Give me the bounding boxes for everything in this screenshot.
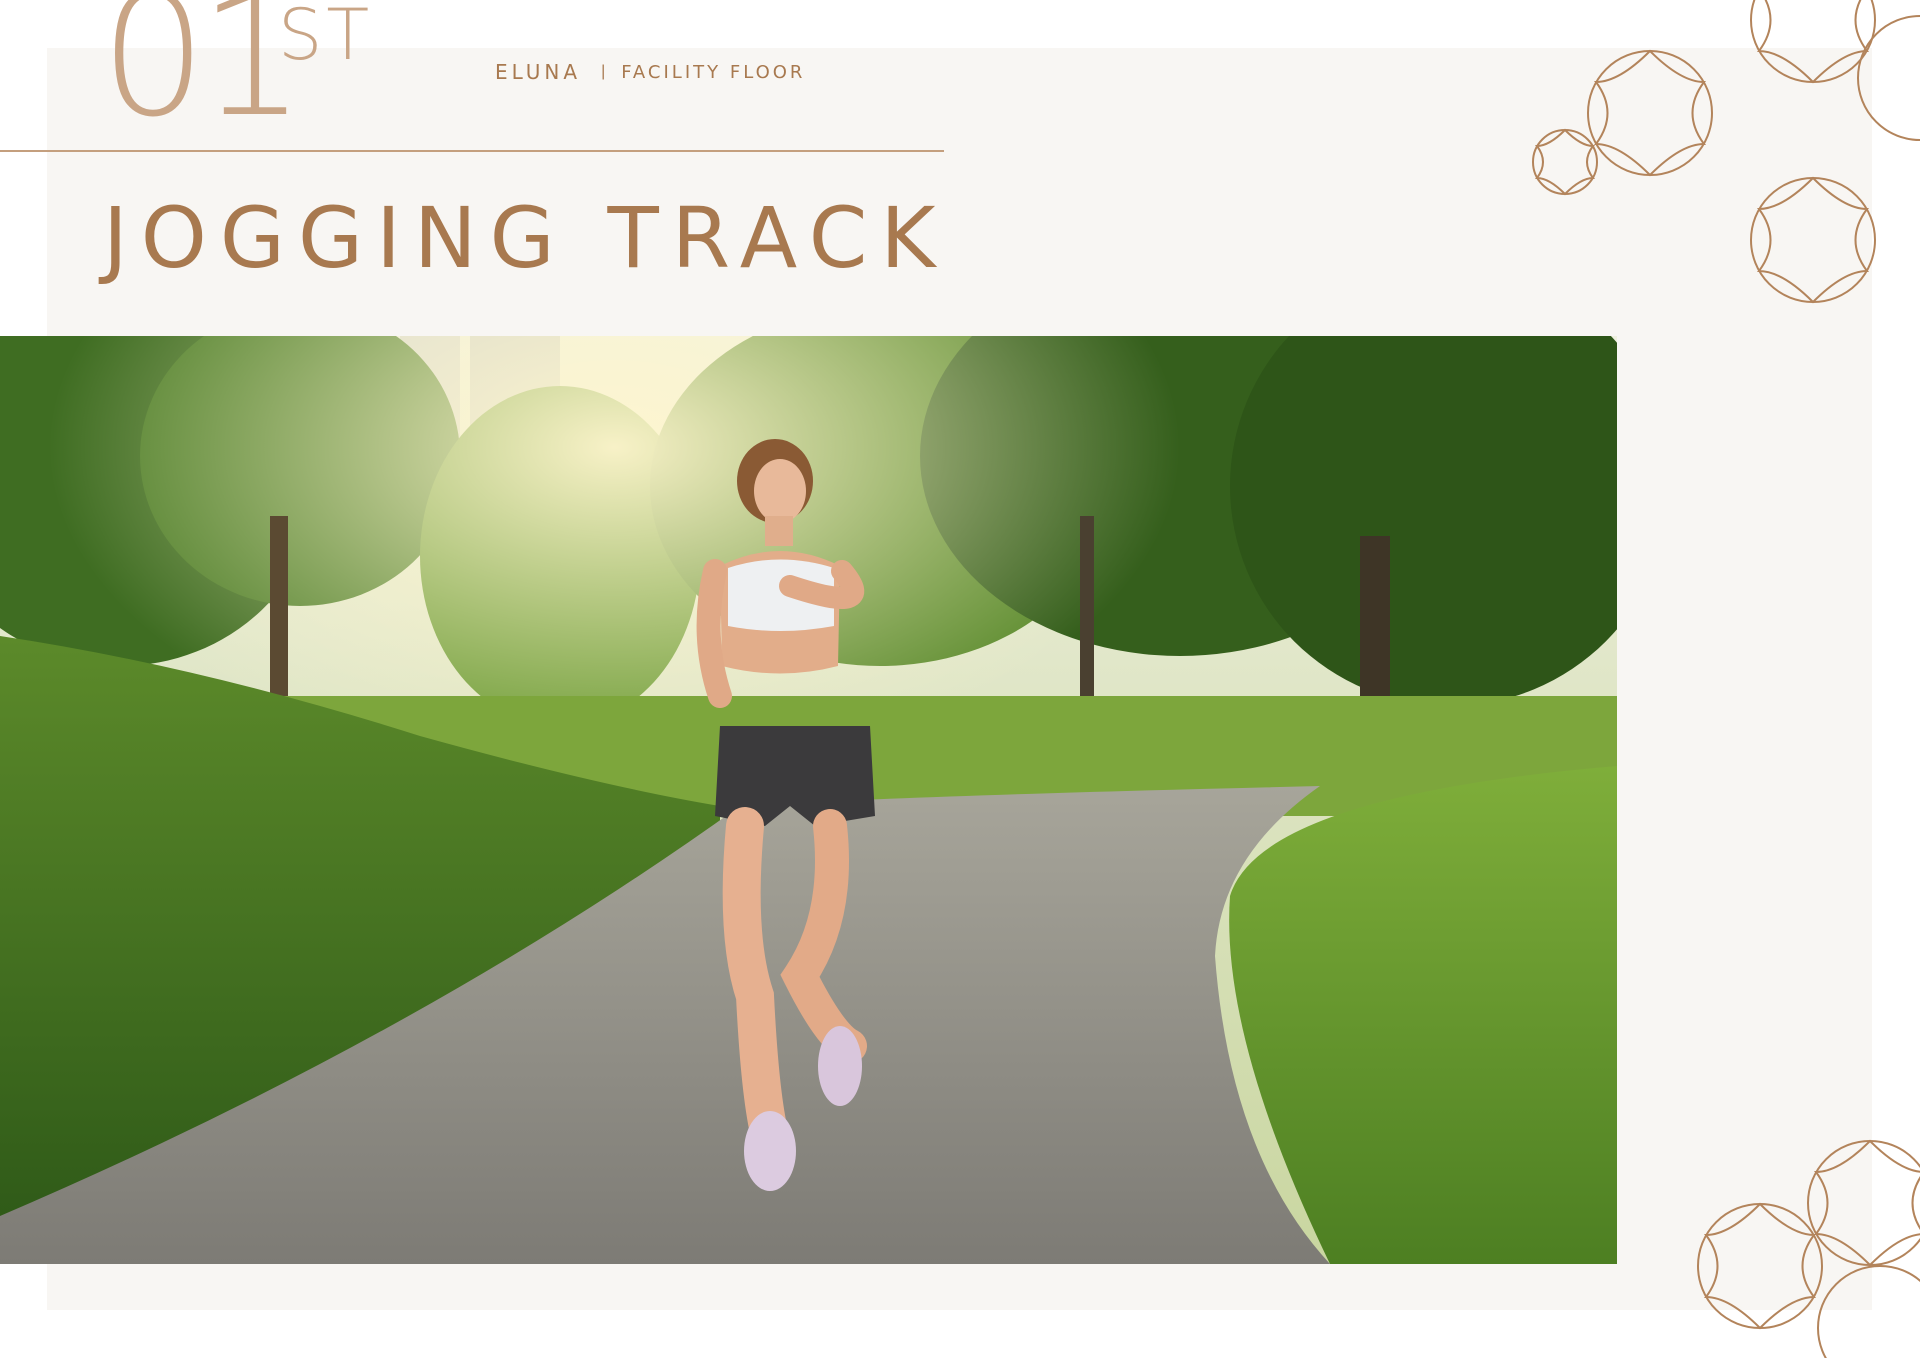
facility-title: JOGGING TRACK: [103, 189, 949, 287]
header-divider: [0, 150, 944, 152]
brand-separator: |: [601, 63, 606, 80]
brand-logo: ELUNA: [495, 60, 582, 84]
jogging-track-photo: [0, 336, 1617, 1264]
ornament-top-right: [1532, 0, 1920, 304]
brand-row: ELUNA | FACILITY FLOOR: [495, 58, 805, 86]
floor-number: 01: [100, 0, 306, 154]
ornament-bottom-right: [1697, 1139, 1920, 1358]
section-label: FACILITY FLOOR: [621, 61, 806, 83]
floor-number-suffix: ST: [278, 0, 374, 76]
